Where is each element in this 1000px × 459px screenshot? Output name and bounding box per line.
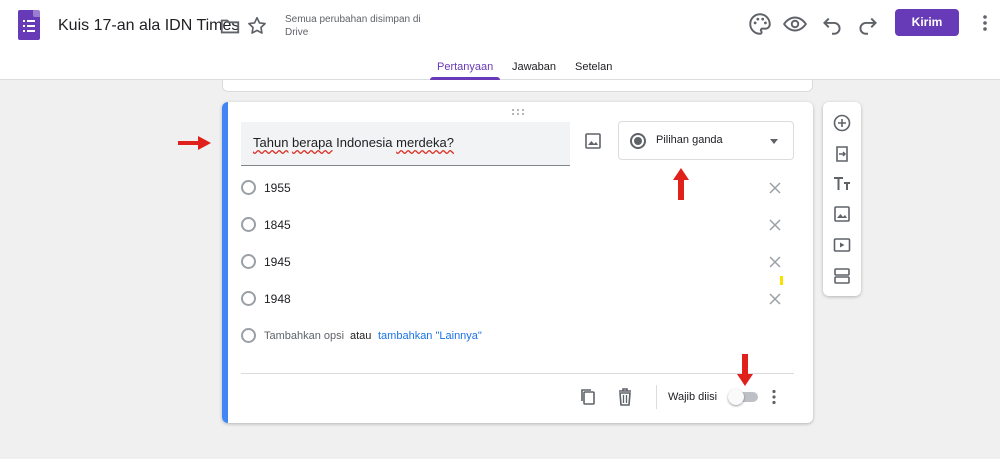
- save-status: Semua perubahan disimpan di Drive: [285, 14, 421, 38]
- folder-icon[interactable]: [219, 15, 241, 37]
- annotation-arrow-up-icon: [673, 168, 689, 200]
- duplicate-icon[interactable]: [579, 387, 597, 407]
- app-header: Kuis 17-an ala IDN Times Semua perubahan…: [0, 0, 1000, 80]
- radio-circle-icon: [241, 217, 256, 232]
- chevron-down-icon: [770, 139, 778, 144]
- tab-responses[interactable]: Jawaban: [512, 61, 556, 73]
- redo-icon[interactable]: [855, 11, 881, 37]
- or-label: atau: [350, 330, 372, 342]
- radio-circle-icon: [241, 328, 256, 343]
- add-section-icon[interactable]: [832, 266, 852, 286]
- required-label: Wajib diisi: [668, 391, 718, 403]
- more-vert-icon[interactable]: [976, 13, 994, 33]
- focus-indicator-bar: [222, 102, 228, 423]
- star-icon[interactable]: [246, 15, 268, 37]
- toggle-knob: [728, 389, 744, 405]
- question-type-label: Pilihan ganda: [656, 134, 723, 146]
- add-title-icon[interactable]: [832, 174, 852, 194]
- form-title[interactable]: Kuis 17-an ala IDN Times: [58, 17, 239, 35]
- add-video-icon[interactable]: [832, 235, 852, 255]
- tab-settings[interactable]: Setelan: [575, 61, 612, 73]
- question-type-dropdown[interactable]: Pilihan ganda: [618, 121, 794, 160]
- question-title-field[interactable]: Tahun berapa Indonesia merdeka?: [241, 122, 570, 166]
- eye-icon[interactable]: [782, 11, 808, 37]
- radio-circle-icon: [241, 254, 256, 269]
- required-toggle[interactable]: [728, 389, 758, 405]
- radio-button-checked-icon: [630, 133, 646, 149]
- undo-icon[interactable]: [819, 11, 845, 37]
- answer-option: 1945: [241, 251, 786, 273]
- footer-separator: [656, 385, 657, 409]
- option-text[interactable]: 1945: [264, 255, 291, 269]
- annotation-arrow-down-icon: [737, 354, 753, 386]
- trash-icon[interactable]: [616, 387, 634, 407]
- radio-circle-icon: [241, 180, 256, 195]
- annotation-arrow-right-icon: [178, 136, 211, 150]
- option-text[interactable]: 1845: [264, 218, 291, 232]
- footer-divider: [241, 373, 794, 374]
- form-tabs: Pertanyaan Jawaban Setelan: [0, 58, 1000, 80]
- send-button[interactable]: Kirim: [895, 9, 959, 36]
- add-option-row: Tambahkan opsi atau tambahkan "Lainnya": [241, 325, 786, 347]
- more-vert-icon[interactable]: [768, 388, 780, 406]
- tab-questions[interactable]: Pertanyaan: [437, 61, 493, 73]
- close-icon[interactable]: [768, 255, 782, 269]
- add-option-button[interactable]: Tambahkan opsi: [264, 330, 344, 342]
- import-questions-icon[interactable]: [832, 144, 852, 164]
- close-icon[interactable]: [768, 218, 782, 232]
- palette-icon[interactable]: [747, 11, 773, 37]
- close-icon[interactable]: [768, 292, 782, 306]
- add-image-icon[interactable]: [832, 204, 852, 224]
- question-title: Tahun berapa Indonesia merdeka?: [253, 135, 454, 150]
- add-image-icon[interactable]: [583, 131, 603, 151]
- option-text[interactable]: 1948: [264, 292, 291, 306]
- add-question-icon[interactable]: [832, 113, 852, 133]
- close-icon[interactable]: [768, 181, 782, 195]
- cursor-highlight: [780, 276, 783, 285]
- radio-circle-icon: [241, 291, 256, 306]
- question-card[interactable]: Tahun berapa Indonesia merdeka? Pilihan …: [222, 102, 813, 423]
- answer-option: 1948: [241, 288, 786, 310]
- drag-handle-icon[interactable]: [511, 108, 525, 116]
- answer-option: 1955: [241, 177, 786, 199]
- answer-option: 1845: [241, 214, 786, 236]
- side-toolbar: [823, 102, 861, 296]
- forms-logo-icon[interactable]: [18, 10, 40, 40]
- add-other-link[interactable]: tambahkan "Lainnya": [378, 330, 482, 342]
- option-text[interactable]: 1955: [264, 181, 291, 195]
- previous-card: [222, 80, 813, 92]
